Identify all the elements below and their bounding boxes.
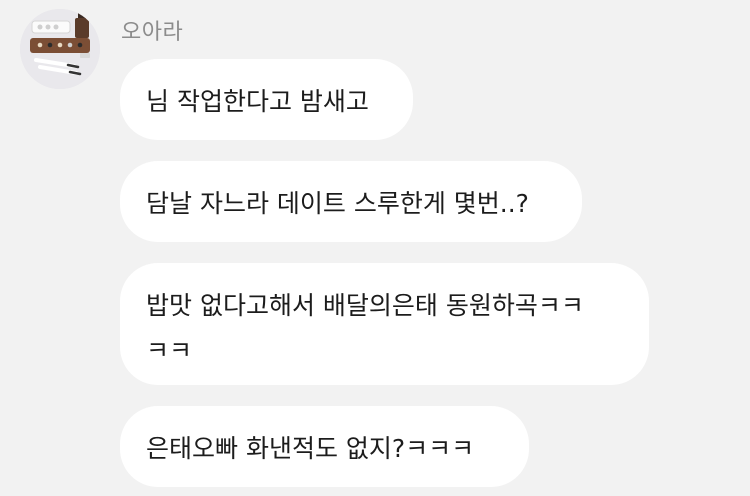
avatar[interactable] bbox=[20, 9, 100, 89]
message-text-line: 밥맛 없다고해서 배달의은태 동원하곡ㅋㅋ bbox=[146, 291, 584, 320]
message-bubble[interactable]: 담날 자느라 데이트 스루한게 몇번..? bbox=[120, 161, 582, 242]
sender-name: 오아라 bbox=[121, 20, 184, 45]
message-text: 님 작업한다고 밤새고 bbox=[146, 86, 369, 116]
message-text: 은태오빠 화낸적도 없지?ㅋㅋㅋ bbox=[146, 433, 475, 463]
message-text: 담날 자느라 데이트 스루한게 몇번..? bbox=[146, 188, 529, 218]
chat-view: 오아라 님 작업한다고 밤새고 담날 자느라 데이트 스루한게 몇번..? 밥맛… bbox=[0, 0, 750, 496]
message-text-line: ㅋㅋ bbox=[146, 336, 193, 365]
profile-photo bbox=[20, 9, 100, 89]
message-bubble[interactable]: 님 작업한다고 밤새고 bbox=[120, 59, 413, 140]
message-bubble[interactable]: 밥맛 없다고해서 배달의은태 동원하곡ㅋㅋ ㅋㅋ bbox=[120, 263, 649, 385]
message-bubble[interactable]: 은태오빠 화낸적도 없지?ㅋㅋㅋ bbox=[120, 406, 529, 487]
